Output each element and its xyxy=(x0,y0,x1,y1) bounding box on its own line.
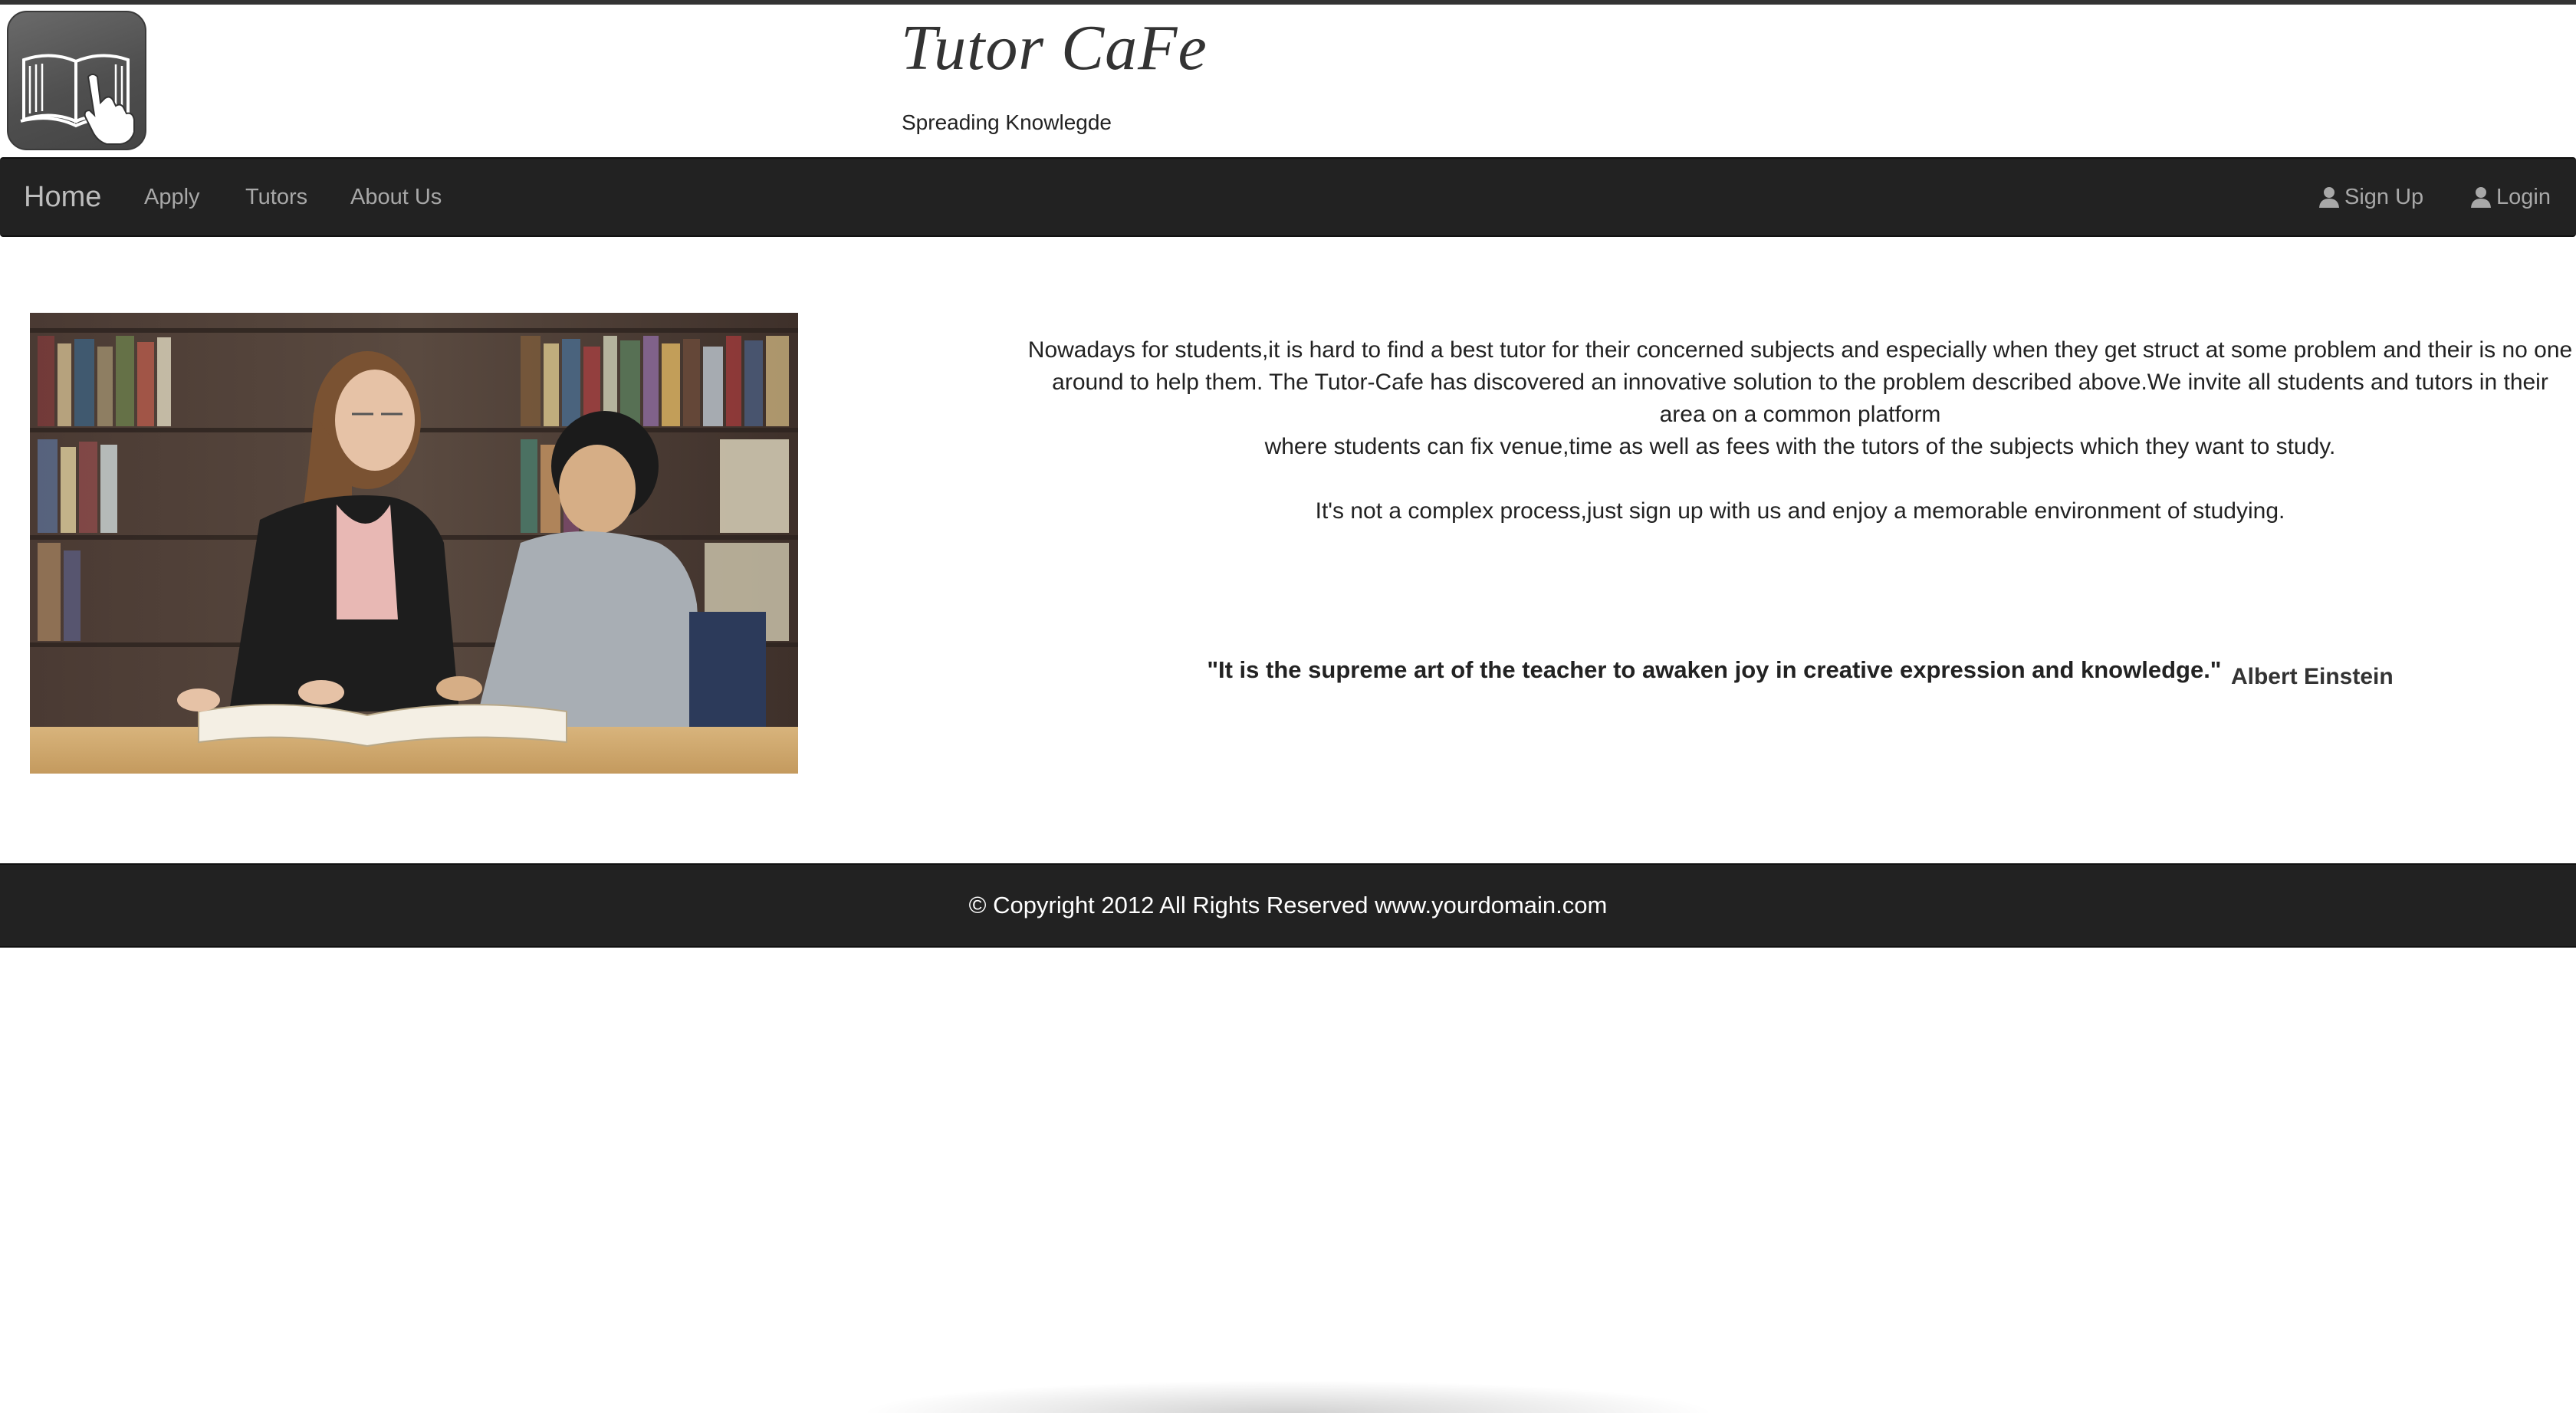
bottom-shadow xyxy=(859,1380,1717,1413)
navbar: Home Apply Tutors About Us Sign Up Login xyxy=(0,157,2576,237)
quote-text: "It is the supreme art of the teacher to… xyxy=(1207,656,2222,683)
intro-paragraph-1: Nowadays for students,it is hard to find… xyxy=(1027,337,2573,427)
site-tagline: Spreading Knowlegde xyxy=(902,110,1112,134)
intro-paragraph-2: where students can fix venue,time as wel… xyxy=(1264,434,2336,459)
book-hand-icon xyxy=(20,54,135,145)
footer-copyright: © Copyright 2012 All Rights Reserved www… xyxy=(968,892,1608,918)
nav-home-link[interactable]: Home xyxy=(24,159,101,235)
intro-text: Nowadays for students,it is hard to find… xyxy=(1027,334,2573,527)
sign-up-label: Sign Up xyxy=(2344,184,2424,209)
nav-login-link[interactable]: Login xyxy=(2470,159,2551,235)
nav-apply-link[interactable]: Apply xyxy=(144,159,200,235)
quote-author: Albert Einstein xyxy=(2230,664,2394,689)
nav-tutors-link[interactable]: Tutors xyxy=(245,159,307,235)
intro-paragraph-3: It's not a complex process,just sign up … xyxy=(1315,498,2285,524)
user-icon xyxy=(2471,187,2491,208)
site-title: Tutor CaFe xyxy=(901,12,1208,84)
nav-about-us-link[interactable]: About Us xyxy=(350,159,442,235)
tutor-student-image xyxy=(30,313,798,774)
user-icon xyxy=(2319,187,2339,208)
login-label: Login xyxy=(2496,184,2551,209)
logo[interactable] xyxy=(7,11,146,150)
nav-sign-up-link[interactable]: Sign Up xyxy=(2318,159,2423,235)
quote: "It is the supreme art of the teacher to… xyxy=(1027,656,2573,689)
footer: © Copyright 2012 All Rights Reserved www… xyxy=(0,863,2576,948)
top-border xyxy=(0,0,2576,5)
